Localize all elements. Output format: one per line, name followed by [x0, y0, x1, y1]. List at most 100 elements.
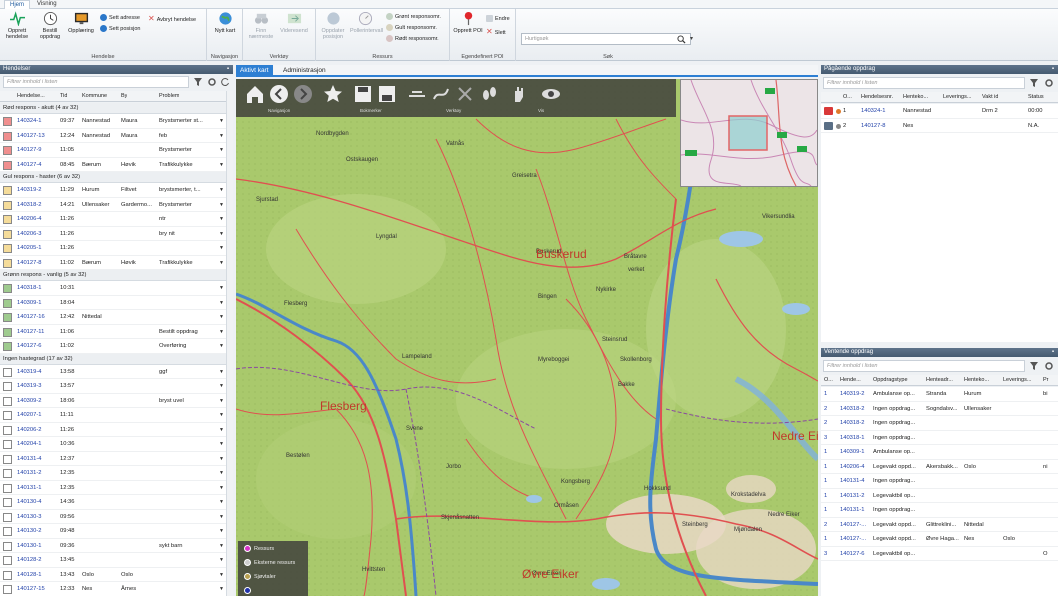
cell[interactable]: 140324-1	[17, 114, 59, 129]
cell[interactable]: 140131-1	[17, 481, 59, 496]
group-header[interactable]: Gul respons - haster (6 av 32)	[0, 172, 226, 183]
cell[interactable]: 140131-1	[840, 503, 872, 518]
column-henteko[interactable]: Henteko...	[903, 92, 928, 103]
rodt-responsomr-button[interactable]: Rødt responsomr.	[386, 35, 439, 44]
table-row[interactable]: 140319-3 13:57 ▼	[0, 379, 226, 394]
chevron-down-icon[interactable]: ▼	[219, 365, 224, 380]
chevron-down-icon[interactable]: ▼	[219, 524, 224, 539]
table-row[interactable]: 140131-1 12:35 ▼	[0, 480, 226, 496]
filter-icon[interactable]	[1029, 361, 1039, 371]
legend-item-other[interactable]	[244, 585, 254, 596]
bestill-oppdrag-button[interactable]: Bestill oppdrag	[35, 11, 65, 49]
hendelser-scrollbar[interactable]	[226, 91, 233, 596]
cell[interactable]: 140127-15	[17, 582, 59, 596]
oppdater-posisjon-button[interactable]: Oppdater posisjon	[318, 11, 348, 49]
settings-icon[interactable]	[207, 77, 217, 87]
column-hendelse[interactable]: Hendelse...	[17, 91, 45, 102]
measure-icon[interactable]	[406, 83, 428, 105]
cell[interactable]: 140127-6	[840, 547, 872, 562]
chevron-down-icon[interactable]: ▼	[219, 296, 224, 311]
table-row[interactable]: 140309-2 18:06 bryst uvel ▼	[0, 393, 226, 409]
cell[interactable]: 140127-16	[17, 310, 59, 325]
chevron-down-icon[interactable]: ▼	[219, 143, 224, 158]
cell[interactable]: 140319-3	[17, 379, 59, 394]
table-row[interactable]: 140309-1 18:04 ▼	[0, 295, 226, 311]
pagaende-filter-input[interactable]: Filtrer innhold i listen	[823, 77, 1025, 89]
sett-posisjon-button[interactable]: Sett posisjon	[100, 25, 141, 34]
chevron-down-icon[interactable]: ▼	[219, 437, 224, 452]
cell[interactable]: 140309-1	[17, 296, 59, 311]
column-vakt-id[interactable]: Vakt id	[982, 92, 998, 103]
cell[interactable]: 140204-1	[17, 437, 59, 452]
finn-naermeste-button[interactable]: Finn nærmeste	[246, 11, 276, 49]
home-icon[interactable]	[244, 83, 266, 105]
table-row[interactable]: 140130-3 09:56 ▼	[0, 509, 226, 525]
gult-responsomr-button[interactable]: Gult responsomr.	[386, 24, 437, 33]
hand-icon[interactable]	[508, 83, 530, 105]
filter-icon[interactable]	[1029, 78, 1039, 88]
refresh-icon[interactable]	[220, 77, 230, 87]
table-row[interactable]: 140207-1 11:11 ▼	[0, 408, 226, 423]
column-leverings[interactable]: Leverings...	[943, 92, 971, 103]
cell[interactable]: 140131-2	[840, 489, 872, 504]
column-leverings[interactable]: Leverings...	[1003, 375, 1031, 386]
clear-icon[interactable]	[454, 83, 476, 105]
cell[interactable]: 140127-13	[17, 129, 59, 144]
table-row[interactable]: 1 140324-1 Nannestad Drm 2 00:00	[821, 104, 1058, 119]
column-hendelsesnr[interactable]: Hendelsesnr.	[861, 92, 893, 103]
cell[interactable]: 140127-...	[840, 532, 872, 547]
table-row[interactable]: 140130-2 09:48 ▼	[0, 524, 226, 539]
table-row[interactable]: 140127-15 12:33 Nes Årnes ▼	[0, 582, 226, 596]
nytt-kart-button[interactable]: Nytt kart	[210, 11, 240, 49]
overview-minimap[interactable]	[680, 79, 818, 187]
chevron-down-icon[interactable]: ▼	[219, 510, 224, 525]
cell[interactable]: 140131-4	[840, 474, 872, 489]
column-henteadr[interactable]: Henteadr...	[926, 375, 953, 386]
table-row[interactable]: 140318-1 10:31 ▼	[0, 281, 226, 296]
opprett-hendelse-button[interactable]: Opprett hendelse	[2, 11, 32, 49]
column-tid[interactable]: Tid	[60, 91, 67, 102]
oppleering-button[interactable]: Opplæring	[66, 11, 96, 49]
map-view[interactable]: Nordbygden Ostskaugen Vatnås Greisetra Sjurs…	[236, 79, 818, 596]
table-row[interactable]: 140127-8 11:02 Bærum Høvik Trafikkulykke ▼	[0, 255, 226, 270]
cell[interactable]: 140206-3	[17, 227, 59, 242]
avbryt-hendelse-button[interactable]: ✕ Avbryt hendelse	[148, 14, 196, 23]
eye-icon[interactable]	[540, 83, 562, 105]
table-row[interactable]: 140127-13 12:24 Nannestad Maura feb ▼	[0, 128, 226, 144]
column-kommune[interactable]: Kommune	[82, 91, 107, 102]
pin-icon[interactable]: ▪	[1052, 65, 1054, 74]
endre-poi-button[interactable]: Endre	[486, 15, 510, 24]
save-icon[interactable]	[352, 83, 374, 105]
cell[interactable]: 140127-4	[17, 158, 59, 173]
chevron-down-icon[interactable]: ▼	[219, 394, 224, 409]
chevron-down-icon[interactable]: ▼	[219, 423, 224, 438]
cell[interactable]: 140127-9	[17, 143, 59, 158]
tab-administrasjon[interactable]: Administrasjon	[279, 65, 330, 76]
hendelser-filter-input[interactable]: Filtrer innhold i listen	[3, 76, 189, 88]
back-arrow-icon[interactable]	[268, 83, 290, 105]
legend-item-eksterne[interactable]: Eksterne ressurs	[244, 557, 295, 569]
cell[interactable]: 140205-1	[17, 241, 59, 256]
pin-icon[interactable]: ▪	[227, 65, 229, 74]
column-hende[interactable]: Hende...	[840, 375, 861, 386]
table-row[interactable]: 140204-1 10:36 ▼	[0, 437, 226, 452]
table-row[interactable]: 1 140127-... Legevakt oppd... Øvre Haga... N…	[821, 532, 1058, 547]
cell[interactable]: 140130-2	[17, 524, 59, 539]
cell[interactable]: 140128-1	[17, 568, 59, 583]
table-row[interactable]: 140206-2 11:26 ▼	[0, 422, 226, 438]
chevron-down-icon[interactable]: ▼	[219, 158, 224, 173]
table-row[interactable]: 140128-2 13:45 ▼	[0, 553, 226, 568]
group-header[interactable]: Grønn respons - vanlig (5 av 32)	[0, 270, 226, 281]
cell[interactable]: 140131-4	[17, 452, 59, 467]
cell[interactable]: 140318-2	[840, 402, 872, 417]
table-row[interactable]: 140319-4 13:58 ggf ▼	[0, 364, 226, 380]
slett-poi-button[interactable]: ✕ Slett	[486, 27, 506, 36]
table-row[interactable]: 140127-11 11:06 Bestilt oppdrag ▼	[0, 324, 226, 339]
chevron-down-icon[interactable]: ▼	[219, 183, 224, 198]
table-row[interactable]: 140130-4 14:36 ▼	[0, 495, 226, 510]
search-dropdown-icon[interactable]: ▾	[690, 35, 693, 42]
table-row[interactable]: 140127-9 11:05 Brystsmerter ▼	[0, 143, 226, 158]
table-row[interactable]: 2 140318-2 Ingen oppdrag...	[821, 416, 1058, 431]
pin-icon[interactable]: ▪	[1052, 348, 1054, 357]
chevron-down-icon[interactable]: ▼	[219, 466, 224, 481]
